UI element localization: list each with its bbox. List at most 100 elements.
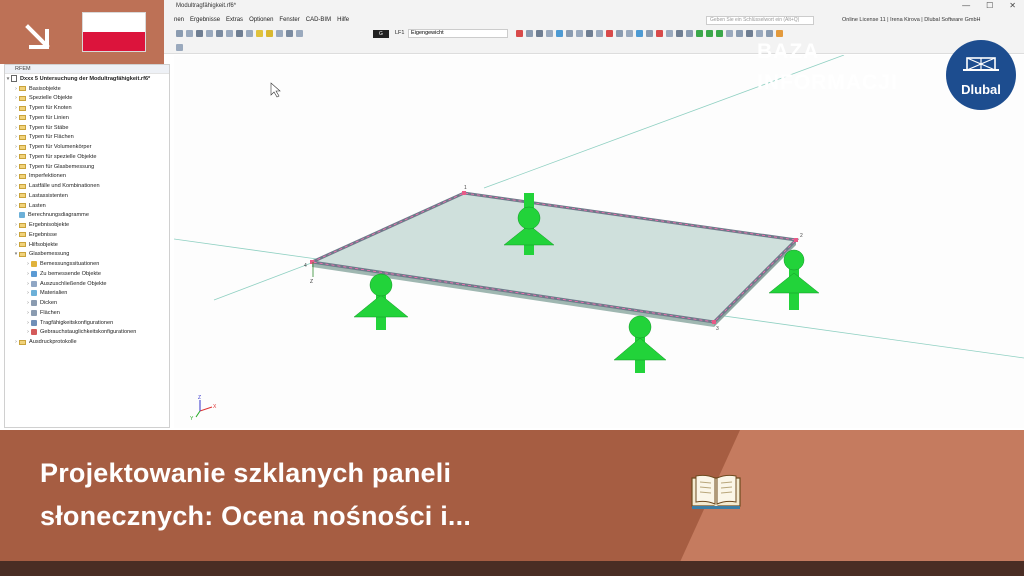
node-marker[interactable] <box>794 238 798 242</box>
toolbar-icon[interactable] <box>716 30 723 37</box>
navigator-item[interactable]: ▾ Glasbemessung <box>5 250 169 260</box>
menu-item-nen[interactable]: nen <box>174 17 184 23</box>
keyword-search-input[interactable]: Geben Sie ein Schlüsselwort ein (Alt+Q) <box>706 16 814 25</box>
navigator-item[interactable]: › Typen für Stäbe <box>5 123 169 133</box>
menu-item-ergebnisse[interactable]: Ergebnisse <box>190 17 220 23</box>
menu-item-cad-bim[interactable]: CAD-BIM <box>306 17 331 23</box>
toolbar-icon[interactable] <box>746 30 753 37</box>
navigator-item[interactable]: › Ergebnisse <box>5 230 169 240</box>
load-case-select[interactable]: Eigengewicht <box>408 29 508 38</box>
nodal-support[interactable] <box>613 315 667 373</box>
navigator-item[interactable]: › Gebrauchstauglichkeitskonfigurationen <box>5 328 169 338</box>
folder-icon <box>19 164 26 170</box>
toolbar-icon[interactable] <box>646 30 653 37</box>
menu-item-extras[interactable]: Extras <box>226 17 243 23</box>
navigator-item[interactable]: › Zu bemessende Objekte <box>5 269 169 279</box>
arrow-down-right-icon <box>25 24 50 49</box>
navigator-item[interactable]: › Typen für Volumenkörper <box>5 142 169 152</box>
menu-item-fenster[interactable]: Fenster <box>279 17 299 23</box>
toolbar-icon[interactable] <box>596 30 603 37</box>
close-button[interactable]: ✕ <box>1009 1 1016 10</box>
navigator-item-label: Ergebnisobjekte <box>29 222 70 229</box>
model-viewport[interactable]: 1 2 3 4 Z X Y Z <box>174 55 1024 428</box>
navigator-item[interactable]: › Typen für Flächen <box>5 133 169 143</box>
model-3d-view[interactable]: 1 2 3 4 Z X Y Z <box>174 55 1024 428</box>
navigator-item[interactable]: › Ergebnisobjekte <box>5 220 169 230</box>
arrow-box <box>0 0 66 64</box>
navigator-item[interactable]: › Tragfähigkeitskonfigurationen <box>5 318 169 328</box>
toolbar-icon[interactable] <box>656 30 663 37</box>
navigator-item[interactable]: › Lastfälle und Kombinationen <box>5 181 169 191</box>
toolbar-icon[interactable] <box>626 30 633 37</box>
toolbar-icon[interactable] <box>196 30 203 37</box>
navigator-root[interactable]: ▾ Dxxx 5 Untersuchung der Modultragfähig… <box>5 74 169 84</box>
navigator-item[interactable]: › Hilfsobjekte <box>5 240 169 250</box>
toolbar-icon[interactable] <box>216 30 223 37</box>
navigator-item[interactable]: › Imperfektionen <box>5 172 169 182</box>
toolbar-icon[interactable] <box>246 30 253 37</box>
navigator-item[interactable]: › Spezielle Objekte <box>5 94 169 104</box>
toolbar-icon[interactable] <box>616 30 623 37</box>
toolbar-icon[interactable] <box>726 30 733 37</box>
toolbar-icon[interactable] <box>256 30 263 37</box>
item-icon <box>31 319 37 326</box>
item-icon <box>31 280 37 287</box>
toolbar-icon[interactable] <box>606 30 613 37</box>
toolbar-icon[interactable] <box>666 30 673 37</box>
coordinate-axes-icon: X Y Z <box>190 395 217 422</box>
toolbar-icon[interactable] <box>276 30 283 37</box>
navigator-item[interactable]: › Dicken <box>5 298 169 308</box>
toolbar-icon[interactable] <box>556 30 563 37</box>
nodal-support[interactable] <box>353 273 409 330</box>
navigator-item[interactable]: › Typen für Linien <box>5 113 169 123</box>
navigator-item[interactable]: › Lastassistenten <box>5 191 169 201</box>
article-title-line-1: Projektowanie szklanych paneli <box>40 458 452 488</box>
navigator-item[interactable]: › Bemessungssituationen <box>5 259 169 269</box>
toolbar-icon[interactable] <box>236 30 243 37</box>
toolbar-icon[interactable] <box>576 30 583 37</box>
toolbar-icon[interactable] <box>176 44 183 51</box>
navigator-item[interactable]: › Basisobjekte <box>5 84 169 94</box>
toolbar-icon[interactable] <box>676 30 683 37</box>
toolbar-icon[interactable] <box>706 30 713 37</box>
window-title: Modultragfähigkeit.rf6* <box>176 3 237 9</box>
navigator-item[interactable]: Berechnungsdiagramme <box>5 211 169 221</box>
toolbar-icon[interactable] <box>566 30 573 37</box>
minimize-button[interactable]: — <box>962 1 970 10</box>
bottom-strip <box>0 561 1024 576</box>
navigator-item[interactable]: › Materialien <box>5 289 169 299</box>
toolbar-icon[interactable] <box>686 30 693 37</box>
maximize-button[interactable]: ☐ <box>986 1 993 10</box>
menu-item-hilfe[interactable]: Hilfe <box>337 17 349 23</box>
menu-item-optionen[interactable]: Optionen <box>249 17 273 23</box>
mouse-cursor-icon <box>270 82 281 98</box>
toolbar-icon[interactable] <box>176 30 183 37</box>
toolbar-icon[interactable] <box>516 30 523 37</box>
toolbar-icon[interactable] <box>536 30 543 37</box>
toolbar-icon[interactable] <box>286 30 293 37</box>
toolbar-icon[interactable] <box>266 30 273 37</box>
folder-icon <box>19 203 26 209</box>
navigator-item[interactable]: › Auszuschließende Objekte <box>5 279 169 289</box>
toolbar-icon[interactable] <box>736 30 743 37</box>
toolbar-icon[interactable] <box>696 30 703 37</box>
navigator-item[interactable]: › Flächen <box>5 308 169 318</box>
toolbar-icon[interactable] <box>296 30 303 37</box>
toolbar-icon[interactable] <box>206 30 213 37</box>
toolbar-icon[interactable] <box>226 30 233 37</box>
navigator-item[interactable]: › Ausdruckprotokolle <box>5 337 169 347</box>
navigator-item[interactable]: › Typen für Knoten <box>5 103 169 113</box>
node-marker[interactable] <box>462 191 466 195</box>
dlubal-logo: Dlubal <box>946 40 1016 110</box>
toolbar-icon[interactable] <box>526 30 533 37</box>
node-marker[interactable] <box>712 320 716 324</box>
toolbar-icon[interactable] <box>586 30 593 37</box>
secondary-toolbar-icons <box>176 44 183 52</box>
navigator-item[interactable]: › Typen für spezielle Objekte <box>5 152 169 162</box>
navigator-item[interactable]: › Lasten <box>5 201 169 211</box>
toolbar-icon[interactable] <box>186 30 193 37</box>
navigator-item[interactable]: › Typen für Glasbemessung <box>5 162 169 172</box>
toolbar-icon[interactable] <box>636 30 643 37</box>
folder-icon <box>19 115 26 121</box>
toolbar-icon[interactable] <box>546 30 553 37</box>
